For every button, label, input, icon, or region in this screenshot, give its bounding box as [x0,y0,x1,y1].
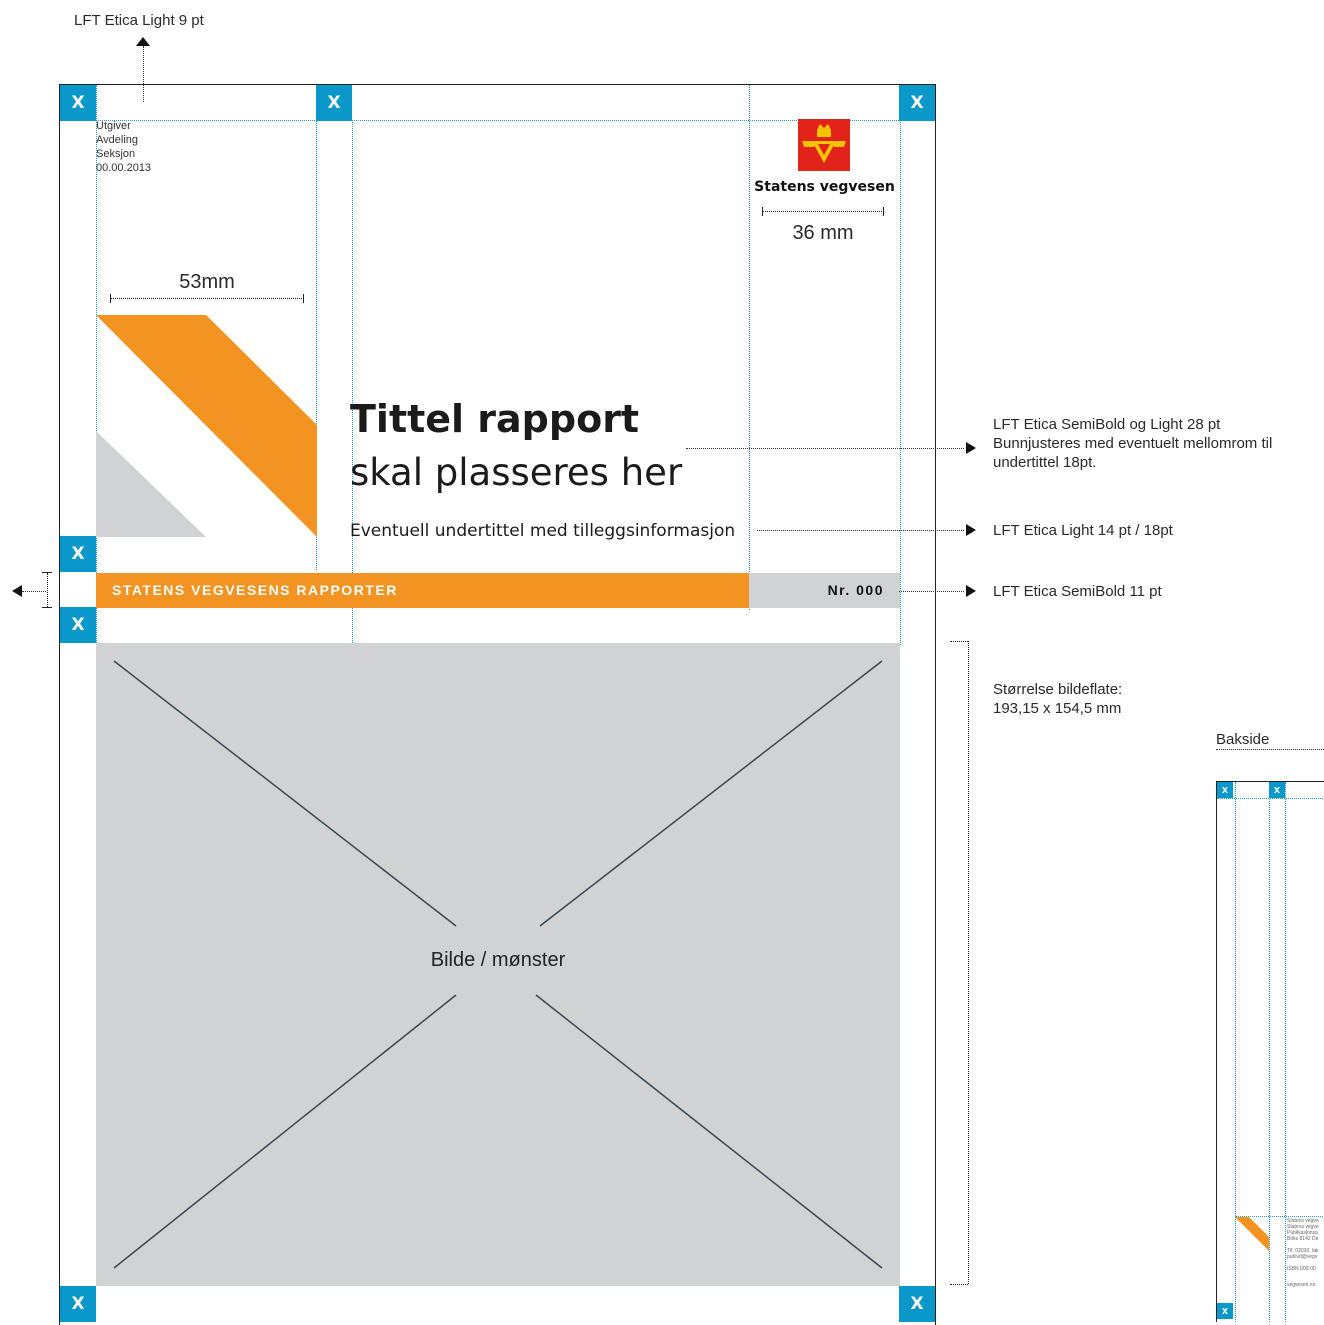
right-margin-guide [900,120,901,645]
logo-measure: 36 mm [792,222,854,244]
title-font-line-1: LFT Etica SemiBold og Light 28 pt [993,416,1221,433]
margin-marker: X [60,536,96,572]
measure-cap-bottom [42,607,52,608]
image-size-cap-top [950,641,968,642]
back-page: X X X Statens vegve Statens vegve Publik… [1216,781,1324,1322]
back-label: Bakside [1216,731,1270,748]
publisher-line: Utgiver [96,120,131,132]
band-font-annotation: LFT Etica SemiBold 11 pt [993,583,1162,600]
department-line: Avdeling [96,134,138,146]
back-margin-marker: X [1217,782,1233,798]
back-guide-2 [1269,782,1270,1322]
margin-marker: X [316,85,352,121]
back-margin-marker: X [1269,782,1285,798]
logo-text: Statens vegvesen [754,179,895,195]
image-size-annotation: Størrelse bildeflate: 193,15 x 154,5 mm [993,680,1122,718]
subtitle: Eventuell undertittel med tilleggsinform… [350,521,736,541]
arrow-right-icon [966,585,976,597]
back-guide-3 [1285,782,1286,1322]
column-guide-2 [352,120,353,645]
series-label: STATENS VEGVESENS RAPPORTER [112,582,398,598]
left-leader-line [22,591,46,592]
graphic-measure: 53mm [179,271,235,293]
arrow-right-icon [966,442,976,454]
logo: Statens vegvesen [749,119,900,199]
image-area: Bilde / mønster [96,643,900,1286]
band-height-measure [47,573,48,607]
publisher-block: Utgiver Avdeling Seksjon 00.00.2013 [96,119,151,175]
image-size-cap-bottom [950,1284,968,1285]
title-font-line-3: undertittel 18pt. [993,454,1097,471]
title-font-annotation: LFT Etica SemiBold og Light 28 pt Bunnju… [993,415,1272,472]
arrow-right-icon [966,524,976,536]
title-bold: Tittel rapport [350,397,640,441]
measure-cap-top [42,572,52,573]
band-leader-line [899,591,964,592]
subtitle-leader-line [757,530,964,531]
back-diagonal-graphic [1235,1217,1269,1251]
logo-measure-line [762,207,884,216]
arrow-up-icon [136,37,150,46]
date-line: 00.00.2013 [96,162,152,174]
back-label-underline [1216,749,1324,750]
arrow-left-icon [12,585,22,597]
section-line: Seksjon [96,148,136,160]
image-size-line-2: 193,15 x 154,5 mm [993,700,1122,717]
title-light: skal plasseres her [350,451,683,494]
back-text-line: vegvesen.no [1287,1282,1316,1288]
back-top-guide [1217,798,1324,799]
back-text-line: Boks 8142 De [1287,1236,1319,1242]
title-font-line-2: Bunnjusteres med eventuelt mellomrom til [993,435,1273,452]
cover-page: X X X X X X X Utgiver Avdeling Seksjon 0… [59,84,936,1325]
title-leader-line [686,448,964,449]
image-size-line-1: Størrelse bildeflate: [993,681,1123,698]
margin-marker: X [60,607,96,643]
series-band: STATENS VEGVESENS RAPPORTER [96,573,749,608]
image-placeholder-label: Bilde / mønster [430,949,566,971]
subtitle-font-annotation: LFT Etica Light 14 pt / 18pt [993,522,1173,539]
number-band: Nr. 000 [749,573,900,608]
margin-marker: X [60,85,96,121]
top-font-annotation: LFT Etica Light 9 pt [74,12,204,29]
report-number: Nr. 000 [827,582,884,598]
graphic-measure-line [110,294,304,303]
margin-marker: X [899,85,935,121]
back-text-line: publvd@vegv [1287,1254,1318,1260]
back-text-line: ISBN 000-00 [1287,1266,1316,1272]
image-size-bracket [968,641,969,1284]
emblem-icon [798,119,850,171]
diagonal-graphic [96,315,317,537]
